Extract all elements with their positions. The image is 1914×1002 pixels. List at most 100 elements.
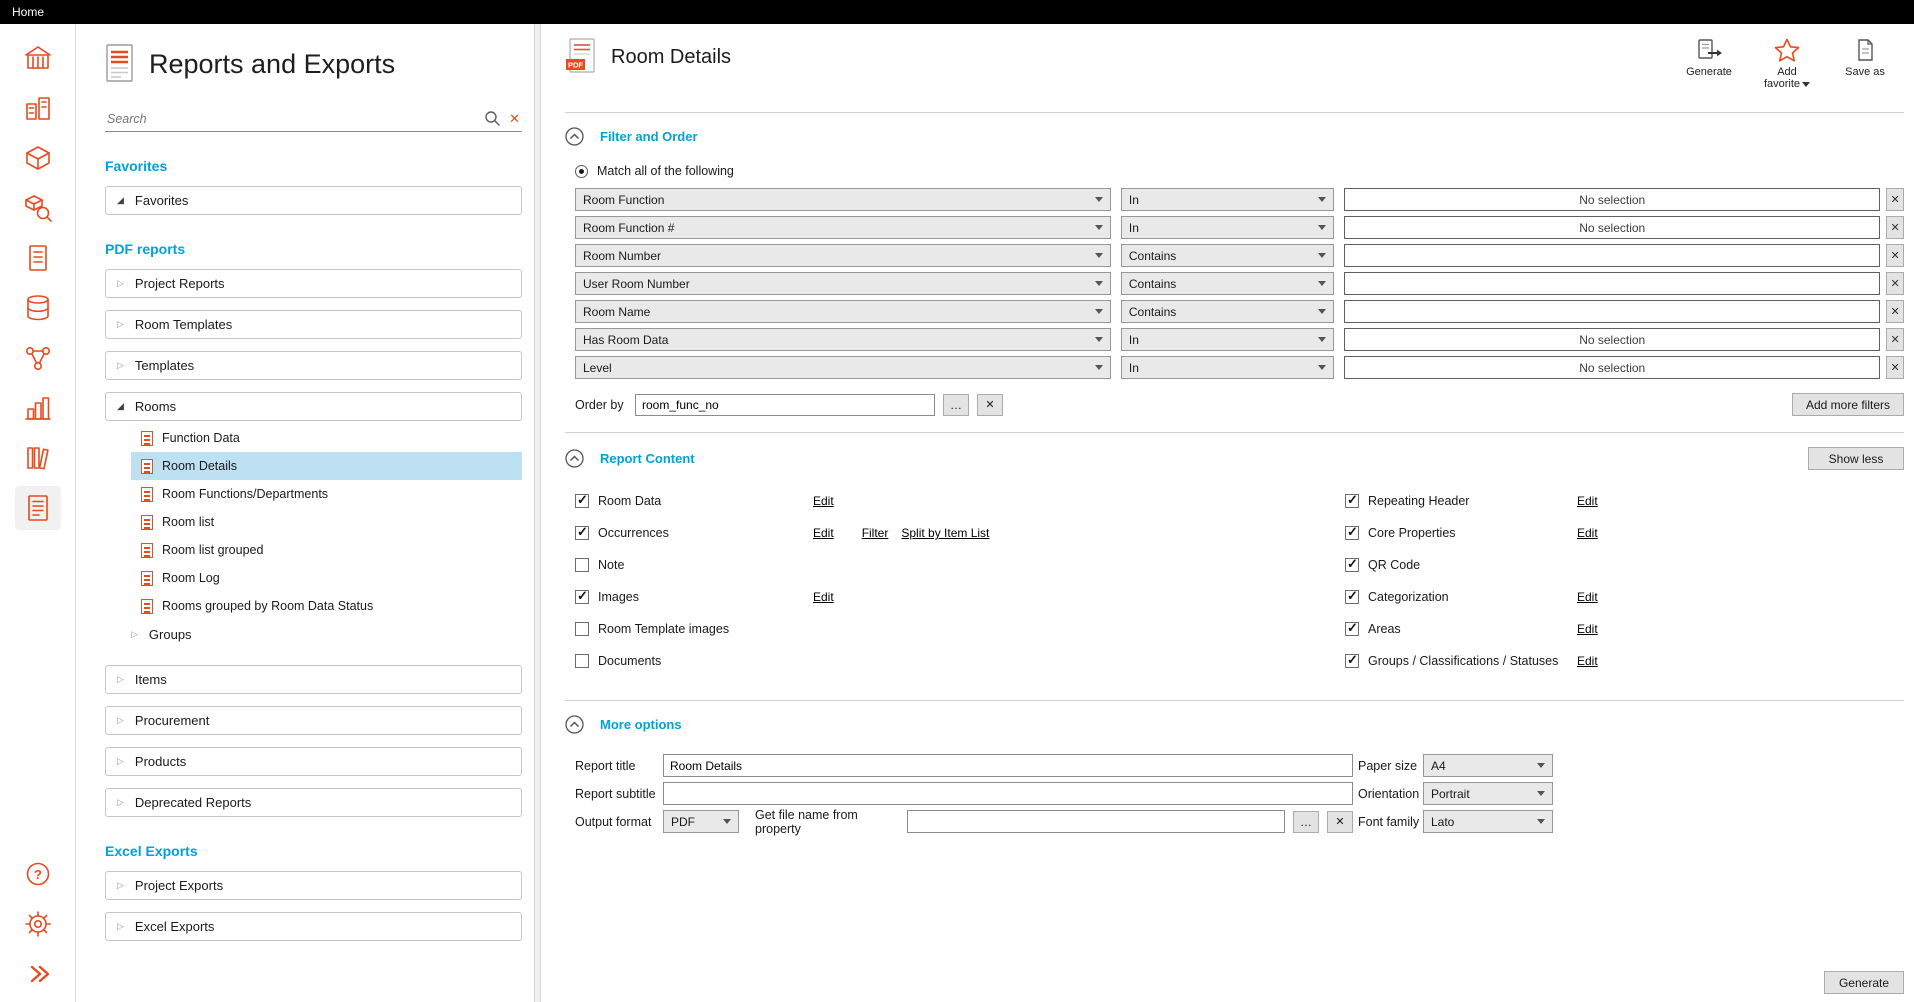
orientation-select[interactable]: Portrait xyxy=(1423,782,1553,805)
groups-classifications-statuses-checkbox[interactable] xyxy=(1345,654,1359,668)
home-menu[interactable]: Home xyxy=(12,5,44,19)
filter-field-select[interactable]: Has Room Data xyxy=(575,328,1111,351)
filter-value-select[interactable]: No selection xyxy=(1344,328,1880,351)
tree-item-room-log[interactable]: Room Log xyxy=(131,564,522,592)
filter-operator-select[interactable]: In xyxy=(1121,188,1334,211)
sidebar-item-project-reports[interactable]: Project Reports xyxy=(105,269,522,298)
filter-value-input[interactable] xyxy=(1344,272,1880,295)
edit-link[interactable]: Edit xyxy=(813,590,834,604)
paper-size-select[interactable]: A4 xyxy=(1423,754,1553,777)
core-properties-checkbox[interactable] xyxy=(1345,526,1359,540)
edit-link[interactable]: Edit xyxy=(1577,526,1598,540)
report-subtitle-input[interactable] xyxy=(663,782,1353,805)
remove-filter-button[interactable] xyxy=(1886,188,1904,211)
filter-operator-select[interactable]: Contains xyxy=(1121,244,1334,267)
sidebar-item-project-exports[interactable]: Project Exports xyxy=(105,871,522,900)
categorization-checkbox[interactable] xyxy=(1345,590,1359,604)
filter-value-input[interactable] xyxy=(1344,300,1880,323)
help-icon[interactable]: ? xyxy=(15,852,61,896)
items-cube-icon[interactable] xyxy=(15,136,61,180)
documents-checkbox[interactable] xyxy=(575,654,589,668)
room-template-images-checkbox[interactable] xyxy=(575,622,589,636)
remove-filter-button[interactable] xyxy=(1886,300,1904,323)
products-search-icon[interactable] xyxy=(15,186,61,230)
filter-value-select[interactable]: No selection xyxy=(1344,356,1880,379)
remove-filter-button[interactable] xyxy=(1886,328,1904,351)
sidebar-item-templates[interactable]: Templates xyxy=(105,351,522,380)
filter-link[interactable]: Filter xyxy=(862,526,889,540)
reports-icon[interactable] xyxy=(15,486,61,530)
expand-sidebar-icon[interactable] xyxy=(15,952,61,996)
settings-gear-icon[interactable] xyxy=(15,902,61,946)
collapse-section-icon[interactable] xyxy=(565,715,584,734)
remove-filter-button[interactable] xyxy=(1886,272,1904,295)
filename-browse-button[interactable] xyxy=(1293,811,1319,833)
sidebar-item-items[interactable]: Items xyxy=(105,665,522,694)
sidebar-item-excel-exports[interactable]: Excel Exports xyxy=(105,912,522,941)
sidebar-item-room-templates[interactable]: Room Templates xyxy=(105,310,522,339)
order-by-clear-button[interactable] xyxy=(977,394,1003,416)
sidebar-item-products[interactable]: Products xyxy=(105,747,522,776)
save-as-button[interactable]: Save as xyxy=(1838,38,1892,90)
filter-field-select[interactable]: Room Function xyxy=(575,188,1111,211)
sidebar-item-procurement[interactable]: Procurement xyxy=(105,706,522,735)
edit-link[interactable]: Edit xyxy=(1577,654,1598,668)
qr-code-checkbox[interactable] xyxy=(1345,558,1359,572)
areas-checkbox[interactable] xyxy=(1345,622,1359,636)
font-family-select[interactable]: Lato xyxy=(1423,810,1553,833)
split-by-item-list-link[interactable]: Split by Item List xyxy=(901,526,989,540)
remove-filter-button[interactable] xyxy=(1886,216,1904,239)
filter-field-select[interactable]: Room Function # xyxy=(575,216,1111,239)
chart-buildings-icon[interactable] xyxy=(15,386,61,430)
database-icon[interactable] xyxy=(15,286,61,330)
filter-field-select[interactable]: Room Name xyxy=(575,300,1111,323)
tree-item-room-details[interactable]: Room Details xyxy=(131,452,522,480)
sidebar-item-rooms[interactable]: Rooms xyxy=(105,392,522,421)
filter-value-input[interactable] xyxy=(1344,244,1880,267)
remove-filter-button[interactable] xyxy=(1886,244,1904,267)
tree-item-groups[interactable]: Groups xyxy=(105,620,522,648)
edit-link[interactable]: Edit xyxy=(813,494,834,508)
add-favorite-button[interactable]: Add favorite xyxy=(1760,38,1814,90)
filter-value-select[interactable]: No selection xyxy=(1344,216,1880,239)
buildings-icon[interactable] xyxy=(15,86,61,130)
filter-operator-select[interactable]: In xyxy=(1121,216,1334,239)
filter-operator-select[interactable]: Contains xyxy=(1121,272,1334,295)
images-checkbox[interactable] xyxy=(575,590,589,604)
note-checkbox[interactable] xyxy=(575,558,589,572)
project-model-icon[interactable] xyxy=(15,36,61,80)
edit-link[interactable]: Edit xyxy=(813,526,834,540)
edit-link[interactable]: Edit xyxy=(1577,590,1598,604)
tree-item-function-data[interactable]: Function Data xyxy=(131,424,522,452)
edit-link[interactable]: Edit xyxy=(1577,494,1598,508)
order-by-input[interactable] xyxy=(635,394,935,416)
tree-item-rooms-grouped-by-status[interactable]: Rooms grouped by Room Data Status xyxy=(131,592,522,620)
tree-item-room-functions-departments[interactable]: Room Functions/Departments xyxy=(131,480,522,508)
filter-operator-select[interactable]: In xyxy=(1121,356,1334,379)
output-format-select[interactable]: PDF xyxy=(663,810,739,833)
add-more-filters-button[interactable]: Add more filters xyxy=(1792,393,1904,416)
generate-action-button[interactable]: Generate xyxy=(1682,38,1736,90)
library-icon[interactable] xyxy=(15,436,61,480)
repeating-header-checkbox[interactable] xyxy=(1345,494,1359,508)
generate-report-button[interactable]: Generate xyxy=(1824,971,1904,994)
collapse-section-icon[interactable] xyxy=(565,127,584,146)
report-title-input[interactable] xyxy=(663,754,1353,777)
room-data-checkbox[interactable] xyxy=(575,494,589,508)
panel-splitter[interactable] xyxy=(534,24,541,1002)
filter-field-select[interactable]: User Room Number xyxy=(575,272,1111,295)
filename-clear-button[interactable] xyxy=(1327,811,1353,833)
process-flow-icon[interactable] xyxy=(15,336,61,380)
tree-item-room-list-grouped[interactable]: Room list grouped xyxy=(131,536,522,564)
remove-filter-button[interactable] xyxy=(1886,356,1904,379)
filter-operator-select[interactable]: Contains xyxy=(1121,300,1334,323)
filter-field-select[interactable]: Room Number xyxy=(575,244,1111,267)
document-icon[interactable] xyxy=(15,236,61,280)
search-icon[interactable] xyxy=(484,110,501,127)
filename-property-input[interactable] xyxy=(907,810,1285,833)
sidebar-item-deprecated-reports[interactable]: Deprecated Reports xyxy=(105,788,522,817)
filter-value-select[interactable]: No selection xyxy=(1344,188,1880,211)
filter-operator-select[interactable]: In xyxy=(1121,328,1334,351)
collapse-section-icon[interactable] xyxy=(565,449,584,468)
tree-item-room-list[interactable]: Room list xyxy=(131,508,522,536)
